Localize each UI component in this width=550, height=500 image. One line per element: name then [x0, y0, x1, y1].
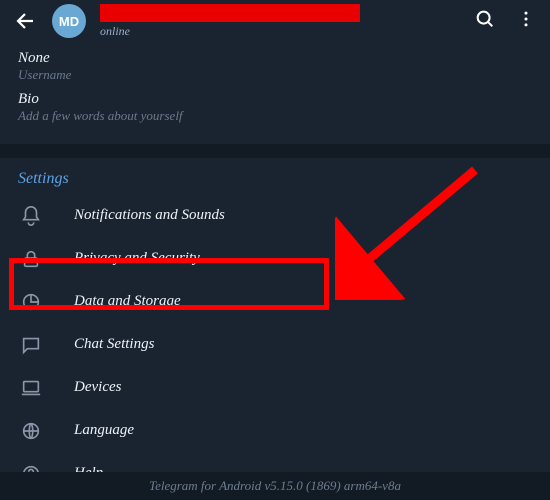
bio-field[interactable]: Bio Add a few words about yourself [18, 91, 532, 124]
settings-item-notifications[interactable]: Notifications and Sounds [0, 194, 550, 237]
profile-section: None Username Bio Add a few words about … [0, 42, 550, 144]
more-icon[interactable] [516, 9, 536, 34]
settings-item-data-storage[interactable]: Data and Storage [0, 280, 550, 323]
bio-value: Bio [18, 91, 532, 108]
section-divider [0, 144, 550, 158]
settings-item-label: Language [74, 422, 134, 439]
settings-header: Settings [0, 170, 550, 194]
laptop-icon [18, 377, 44, 399]
settings-item-label: Chat Settings [74, 336, 154, 353]
globe-icon [18, 420, 44, 442]
avatar[interactable]: MD [52, 4, 86, 38]
app-header: MD online [0, 0, 550, 42]
settings-item-chat[interactable]: Chat Settings [0, 323, 550, 366]
settings-item-label: Privacy and Security [74, 250, 200, 267]
settings-item-privacy[interactable]: Privacy and Security [0, 237, 550, 280]
version-footer: Telegram for Android v5.15.0 (1869) arm6… [0, 472, 550, 500]
bio-hint: Add a few words about yourself [18, 108, 532, 124]
settings-item-label: Notifications and Sounds [74, 207, 225, 224]
username-hint: Username [18, 67, 532, 83]
lock-icon [18, 248, 44, 270]
status-text: online [100, 24, 460, 39]
settings-item-language[interactable]: Language [0, 409, 550, 452]
redacted-name [100, 4, 360, 22]
username-field[interactable]: None Username [18, 50, 532, 83]
settings-item-label: Devices [74, 379, 121, 396]
username-value: None [18, 50, 532, 67]
back-icon[interactable] [14, 9, 38, 33]
pie-icon [18, 291, 44, 313]
header-title-area: online [100, 4, 460, 39]
settings-section: Settings Notifications and Sounds Privac… [0, 158, 550, 495]
settings-item-label: Data and Storage [74, 293, 181, 310]
chat-icon [18, 334, 44, 356]
settings-item-devices[interactable]: Devices [0, 366, 550, 409]
search-icon[interactable] [474, 8, 496, 35]
bell-icon [18, 205, 44, 227]
